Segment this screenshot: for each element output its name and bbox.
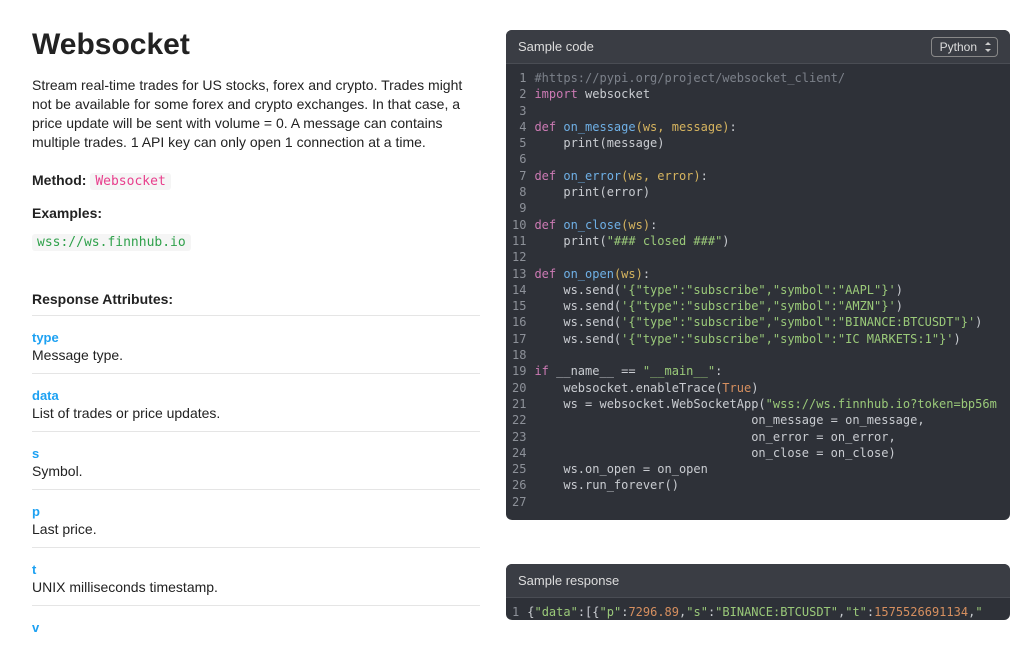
attribute-row: p Last price. xyxy=(32,490,480,548)
line-gutter: 1 2 3 4 5 6 7 8 9 10 11 12 13 14 15 16 1… xyxy=(506,70,534,510)
attribute-name: s xyxy=(32,446,480,461)
attribute-row: data List of trades or price updates. xyxy=(32,374,480,432)
response-block[interactable]: 1 {"data":[{"p":7296.89,"s":"BINANCE:BTC… xyxy=(506,598,1010,620)
code-content: #https://pypi.org/project/websocket_clie… xyxy=(534,70,996,510)
response-content: {"data":[{"p":7296.89,"s":"BINANCE:BTCUS… xyxy=(527,604,982,620)
attribute-name: data xyxy=(32,388,480,403)
docs-right-column: Sample code Python 1 2 3 4 5 6 7 8 9 10 … xyxy=(500,0,1024,654)
attribute-desc: Last price. xyxy=(32,521,480,537)
attribute-name: t xyxy=(32,562,480,577)
attribute-row: t UNIX milliseconds timestamp. xyxy=(32,548,480,606)
sample-response-panel: Sample response 1 {"data":[{"p":7296.89,… xyxy=(506,564,1010,620)
examples-label: Examples: xyxy=(32,205,480,221)
example-url[interactable]: wss://ws.finnhub.io xyxy=(32,234,191,251)
sample-code-title: Sample code xyxy=(518,39,594,54)
attribute-row: s Symbol. xyxy=(32,432,480,490)
language-select[interactable]: Python xyxy=(931,37,998,57)
attribute-desc: List of trades or price updates. xyxy=(32,405,480,421)
language-selected: Python xyxy=(940,40,977,54)
attribute-name: p xyxy=(32,504,480,519)
response-attributes-heading: Response Attributes: xyxy=(32,291,480,316)
attribute-row: type Message type. xyxy=(32,316,480,374)
page-title: Websocket xyxy=(32,28,480,62)
docs-left-column: Websocket Stream real-time trades for US… xyxy=(0,0,500,654)
sample-response-title: Sample response xyxy=(518,573,619,588)
attribute-name: v xyxy=(32,620,480,635)
method-tag: Websocket xyxy=(90,173,170,190)
method-label: Method: xyxy=(32,172,86,188)
line-gutter: 1 xyxy=(506,604,527,620)
attribute-desc: Symbol. xyxy=(32,463,480,479)
attribute-name: type xyxy=(32,330,480,345)
attribute-desc: Message type. xyxy=(32,347,480,363)
caret-updown-icon xyxy=(985,49,991,52)
sample-code-panel: Sample code Python 1 2 3 4 5 6 7 8 9 10 … xyxy=(506,30,1010,520)
code-block[interactable]: 1 2 3 4 5 6 7 8 9 10 11 12 13 14 15 16 1… xyxy=(506,64,1010,520)
attribute-desc: UNIX milliseconds timestamp. xyxy=(32,579,480,595)
attribute-row: v xyxy=(32,606,480,647)
page-description: Stream real-time trades for US stocks, f… xyxy=(32,76,480,152)
